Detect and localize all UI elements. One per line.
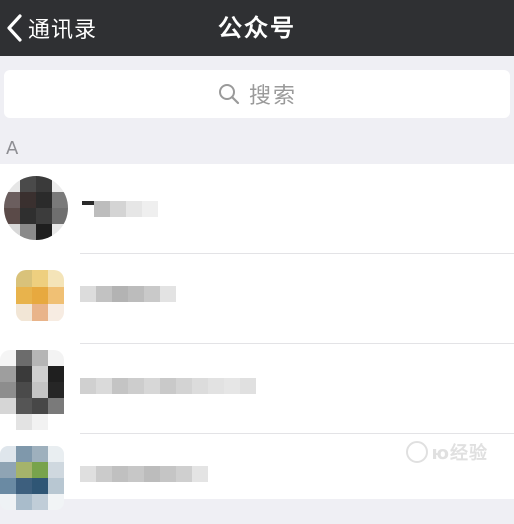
account-name-blurred xyxy=(80,378,256,394)
search-icon xyxy=(218,84,240,105)
section-letter: A xyxy=(6,138,19,159)
avatar xyxy=(0,446,64,510)
account-name-blurred xyxy=(80,466,208,482)
search-input[interactable]: 搜索 xyxy=(4,70,510,118)
search-bar: 搜索 xyxy=(0,56,514,134)
page-title: 公众号 xyxy=(218,14,296,42)
list-item[interactable] xyxy=(0,344,514,434)
list-item[interactable] xyxy=(0,254,514,344)
avatar xyxy=(0,350,64,430)
list-item[interactable] xyxy=(0,164,514,254)
navigation-bar: 通讯录 公众号 xyxy=(0,0,514,56)
watermark: ю经验 xyxy=(405,439,489,465)
avatar xyxy=(16,270,64,322)
watermark-logo-icon xyxy=(405,441,428,463)
account-name-blurred xyxy=(82,201,158,217)
official-accounts-list: ю经验 xyxy=(0,164,514,510)
watermark-text: ю经验 xyxy=(431,443,488,464)
search-placeholder: 搜索 xyxy=(248,84,297,109)
avatar xyxy=(4,176,68,240)
account-name-blurred xyxy=(80,286,176,302)
section-index-header: A xyxy=(0,134,514,164)
